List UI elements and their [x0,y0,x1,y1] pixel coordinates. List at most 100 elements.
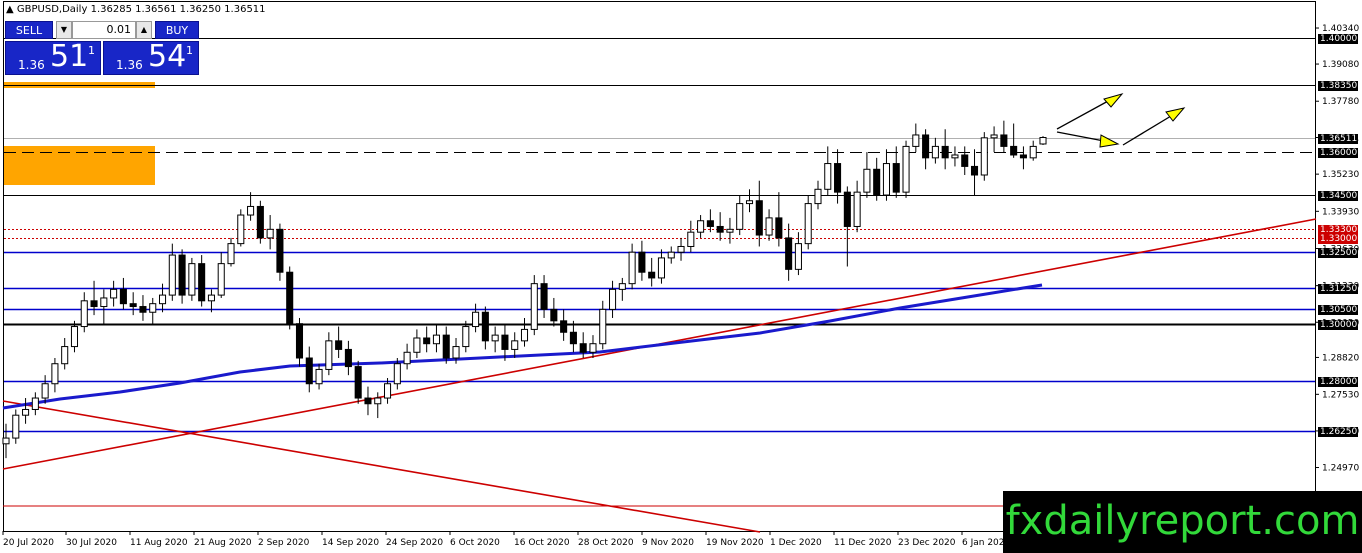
candle-body [687,231,695,247]
sell-price-pips: 51 [50,39,89,74]
candle [980,132,988,181]
candle-body [413,337,421,353]
candle-body [129,303,137,308]
y-tick-label: 1.33930 [1322,207,1359,217]
candle-body [873,168,881,196]
candle-body [834,163,842,193]
candle-body [560,320,568,333]
level-price-label: 1.36000 [1318,147,1358,158]
current-price-label: 1.36511 [1318,133,1358,144]
y-tick-label: 1.28820 [1322,353,1359,363]
ohlc-label: 1.36285 1.36561 1.36250 1.36511 [90,4,266,15]
candle-body [442,334,450,359]
candle [530,275,538,336]
candle-body [511,340,519,350]
candle-body [374,397,382,405]
candle-body [1029,145,1037,159]
candle-body [667,251,675,259]
candle-body [657,257,665,279]
buy-price-button[interactable]: 1.36 54 1 [103,39,199,75]
buy-button[interactable]: BUY [155,21,199,39]
candle-body [961,154,969,167]
candle-body [354,366,362,399]
candle-body [295,323,304,359]
level-price-label: 1.31250 [1318,283,1358,294]
candle [902,140,910,198]
symbol-label: GBPUSD,Daily [16,4,88,15]
candle [188,257,196,301]
candle-body [745,200,754,205]
x-tick-label: 11 Dec 2020 [834,538,892,548]
sell-button[interactable]: SELL [5,21,53,39]
candle-body [305,357,313,385]
candle [286,266,294,330]
candle-body [765,217,773,236]
candle-body [217,263,225,296]
x-tick-label: 14 Sep 2020 [322,538,379,548]
candle-body [432,334,440,345]
candle-body [501,334,509,350]
candle-body [266,228,274,239]
candle-body [736,203,744,230]
candle-body [61,346,69,365]
lot-decrease-icon[interactable]: ▼ [56,21,72,39]
candle-body [158,294,167,305]
y-tick-label: 1.35230 [1322,170,1359,180]
candle-body [882,163,891,196]
candle-body [569,331,577,345]
candle-body [520,328,529,342]
candle-body [168,254,176,296]
candle-body [970,165,979,176]
x-tick-label: 28 Oct 2020 [578,538,634,548]
candle-body [2,437,10,445]
candle-body [472,311,480,328]
candle-body [912,134,920,147]
candle-body [276,228,284,273]
candle-body [462,326,470,348]
candle-body [423,337,431,345]
level-price-label: 1.30000 [1318,319,1358,330]
candle-body [325,340,333,370]
candle-body [247,205,255,216]
supply-zone [4,146,155,185]
level-price-label: 1.33000 [1318,233,1358,244]
candle-body [100,297,108,308]
candle [804,195,812,250]
candle-body [677,245,685,253]
candle-body [599,308,607,345]
header-triangle-icon: ▲ [6,4,14,15]
candle-body [393,363,401,385]
level-price-label: 1.32500 [1318,247,1358,258]
candle-body [481,311,489,342]
chart-header: ▲ GBPUSD,Daily 1.36285 1.36561 1.36250 1… [6,4,266,15]
candle-body [902,145,910,193]
candle-body [628,251,636,285]
candle [1039,136,1047,145]
candle-body [286,271,294,325]
x-tick-label: 19 Nov 2020 [706,538,764,548]
candle-body [618,283,626,290]
candle-body [31,397,39,410]
candle-body [785,237,793,270]
x-tick-label: 9 Nov 2020 [642,538,694,548]
buy-price-prefix: 1.36 [116,58,143,72]
lot-size-input[interactable]: 0.01 [72,21,136,39]
candle-body [41,383,49,399]
candle-body [51,363,59,385]
candle-body [90,300,98,308]
candle-body [403,351,411,365]
candle-body [256,205,264,239]
candle-body [804,203,812,245]
x-tick-label: 30 Jul 2020 [66,538,117,548]
level-price-label: 1.40000 [1318,33,1358,44]
candle-body [178,254,186,296]
candle-body [843,191,851,227]
candle-body [207,294,215,302]
lot-increase-icon[interactable]: ▲ [136,21,152,39]
sell-price-prefix: 1.36 [18,58,45,72]
candle-body [384,383,392,399]
candle-body [1019,154,1027,159]
sell-price-button[interactable]: 1.36 51 1 [5,39,101,75]
candle-body [452,346,460,359]
candle-body [364,397,372,405]
